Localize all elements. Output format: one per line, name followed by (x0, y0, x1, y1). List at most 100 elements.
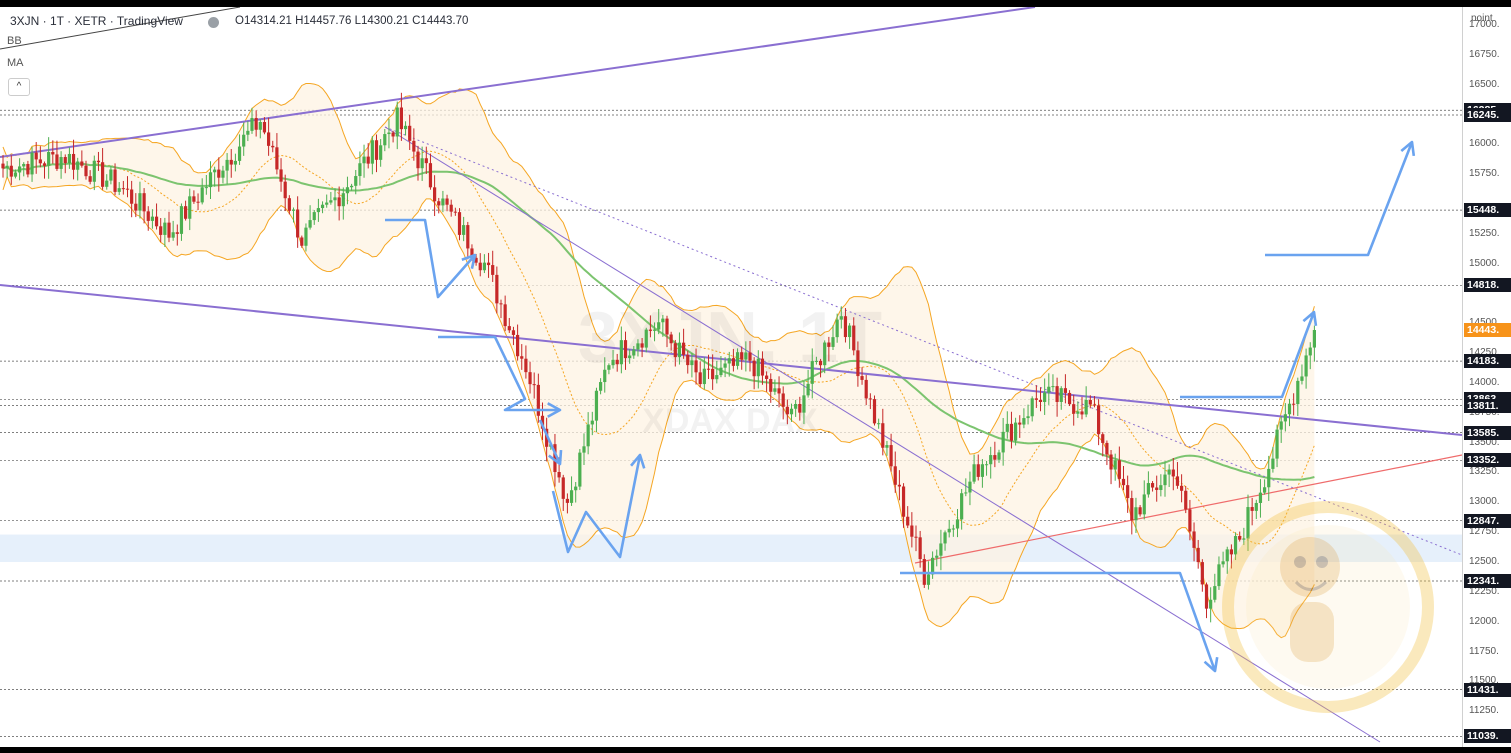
candle-body (789, 408, 794, 415)
candle-body (308, 220, 312, 228)
candle-body (275, 147, 279, 170)
candle-body (370, 140, 374, 164)
candle-body (603, 369, 607, 383)
candle-body (810, 361, 814, 384)
candle-body (1171, 469, 1175, 477)
price-chart[interactable]: 3XJN, 1T XDAX DAX (0, 7, 1462, 747)
candle-body (893, 466, 897, 485)
chart-frame: 3XJN, 1T XDAX DAX 3XJN · 1T · XETR · Tra… (0, 7, 1511, 747)
candle-body (682, 342, 686, 355)
chevron-up-icon[interactable]: ^ (8, 78, 30, 96)
candle-body (362, 156, 366, 164)
candle-body (1300, 376, 1304, 381)
candle-body (150, 216, 154, 221)
candle-body (740, 352, 744, 360)
candle-body (1014, 422, 1018, 441)
candle-body (1180, 485, 1184, 491)
candle-body (1254, 502, 1258, 511)
candle-body (358, 163, 362, 177)
candle-body (229, 159, 233, 165)
candle-body (1263, 487, 1267, 493)
candle-body (105, 180, 109, 187)
candle-body (984, 464, 989, 466)
candle-body (1018, 422, 1022, 425)
candle-body (569, 490, 574, 503)
candle-body (341, 193, 345, 207)
candle-body (179, 206, 184, 234)
price-level-label: 14183. (1464, 354, 1511, 369)
price-level-label: 12847. (1464, 513, 1511, 528)
candle-body (55, 154, 59, 169)
candle-body (993, 455, 997, 460)
candle-body (428, 163, 433, 188)
candle-body (760, 358, 765, 376)
candle (1204, 582, 1209, 619)
candle-body (997, 452, 1001, 460)
price-level-label: 13585. (1464, 425, 1511, 440)
candle-body (926, 574, 931, 585)
candle-body (320, 204, 325, 209)
axis-tick: 12000. (1469, 615, 1500, 627)
candle-body (648, 329, 652, 331)
candle-body (316, 208, 320, 213)
annotation-arrow (1265, 141, 1414, 257)
candle-body (1258, 492, 1263, 503)
candle-body (727, 358, 731, 364)
candle-body (1063, 388, 1067, 393)
candle-body (1130, 498, 1134, 521)
axis-tick: 13250. (1469, 466, 1500, 478)
candle-body (18, 166, 22, 173)
candle-body (1233, 536, 1238, 555)
indicator-bb[interactable]: BB (7, 35, 22, 47)
price-axis[interactable]: point 17000. 16750. 16500. 16000. 15750. 1525… (1462, 7, 1511, 747)
indicator-ma[interactable]: MA (7, 57, 24, 69)
candle-body (723, 363, 727, 368)
axis-tick: 16750. (1469, 48, 1500, 60)
candle-body (30, 152, 34, 175)
candle-body (798, 403, 802, 413)
candle-body (578, 452, 582, 487)
candle-body (1026, 416, 1030, 419)
candle-body (184, 206, 188, 219)
candle-body (852, 325, 856, 351)
candle-body (71, 153, 76, 170)
candle-body (5, 165, 9, 169)
candle-body (1196, 547, 1200, 563)
candle-body (154, 216, 159, 227)
candle-body (594, 390, 599, 421)
circle-icon[interactable] (208, 17, 219, 28)
candle-body (51, 151, 55, 155)
candle-body (706, 368, 711, 370)
candle-body (92, 160, 96, 182)
candle-body (159, 226, 163, 235)
candle-body (1113, 460, 1117, 470)
candle-body (1043, 392, 1047, 402)
candle-body (296, 209, 300, 238)
candle-body (1204, 584, 1209, 609)
candle-body (138, 193, 142, 211)
candle-body (835, 319, 839, 338)
candle-body (1080, 411, 1084, 415)
candle-body (1084, 399, 1088, 415)
candle-body (1184, 490, 1188, 510)
candle-body (1059, 388, 1063, 402)
candle-body (1175, 476, 1180, 486)
candle-body (486, 262, 491, 266)
candle-body (848, 325, 852, 338)
candle-body (1022, 418, 1026, 425)
candle-body (839, 316, 843, 320)
candle-body (1092, 404, 1097, 406)
candle-body (350, 185, 354, 188)
candle-body (412, 140, 416, 152)
candle-body (482, 262, 486, 271)
candle-body (121, 188, 125, 190)
candle-body (939, 543, 943, 556)
axis-tick: 14000. (1469, 376, 1500, 388)
candle-body (1200, 562, 1204, 585)
candle-body (1126, 485, 1130, 499)
candle-body (1271, 458, 1275, 469)
candle-body (84, 165, 88, 177)
axis-tick: 16000. (1469, 138, 1500, 150)
candle (922, 554, 926, 588)
candle-body (329, 200, 333, 203)
